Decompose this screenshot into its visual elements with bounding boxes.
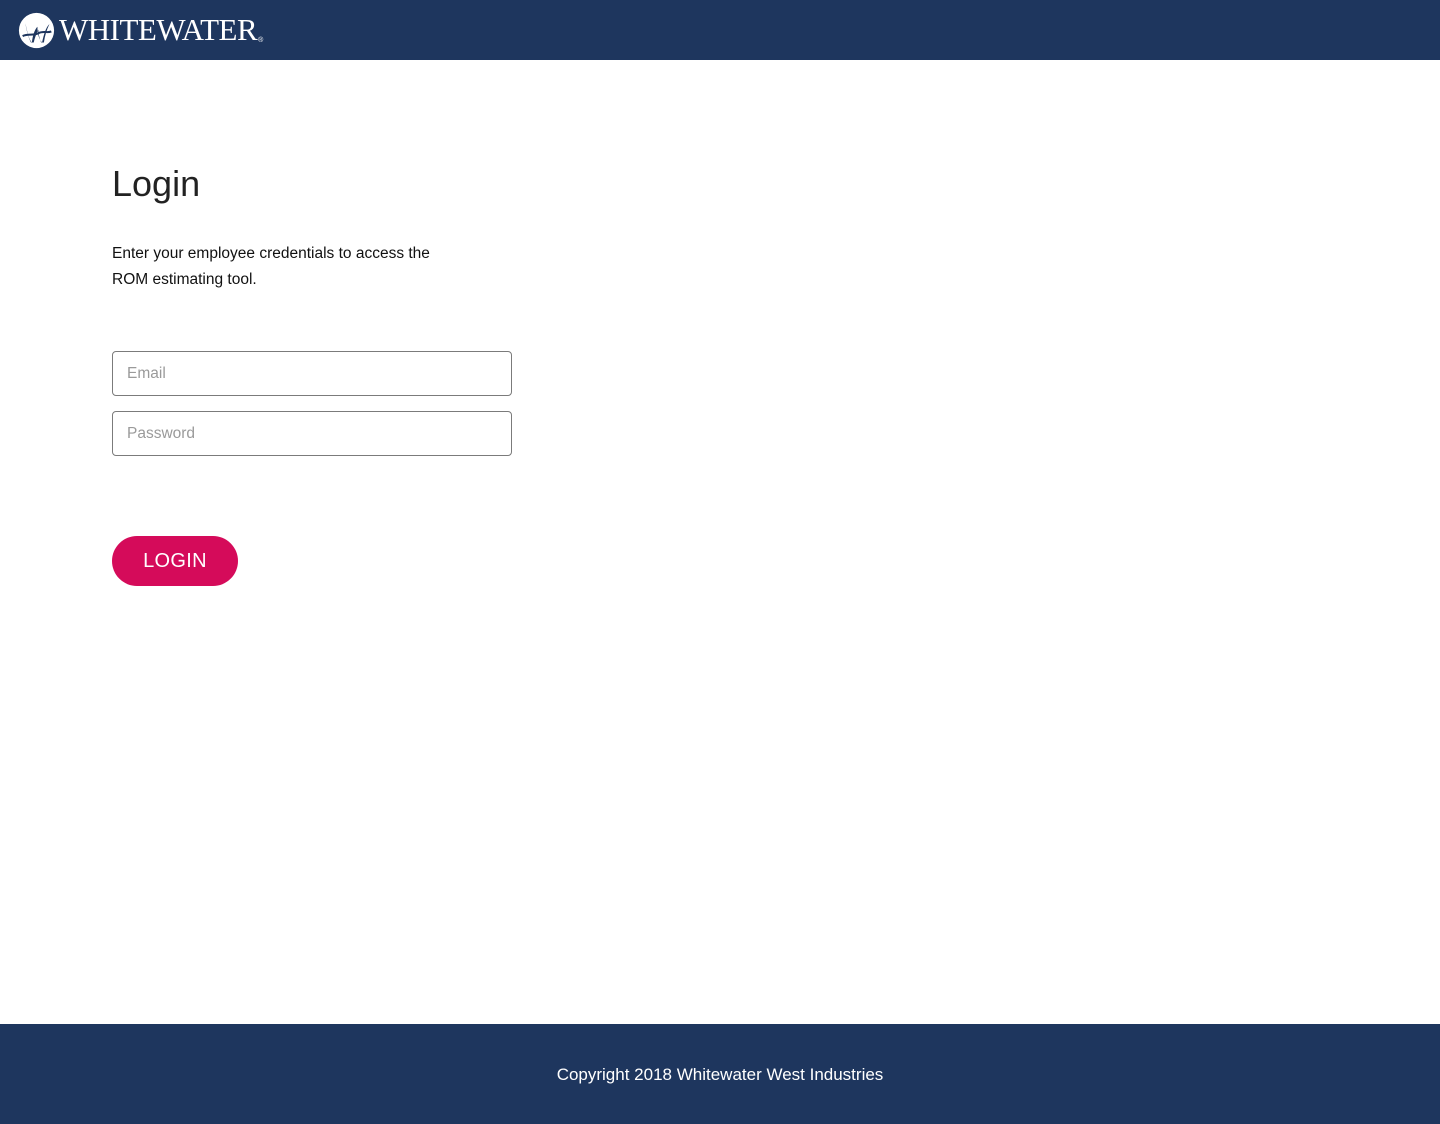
site-footer: Copyright 2018 Whitewater West Industrie… — [0, 1024, 1440, 1124]
registered-mark: ® — [258, 36, 264, 44]
password-field[interactable] — [112, 411, 512, 456]
site-header: WHITEWATER ® — [0, 0, 1440, 60]
page-title: Login — [112, 163, 201, 204]
email-field[interactable] — [112, 351, 512, 396]
login-button[interactable]: LOGIN — [112, 536, 238, 586]
logo-wordmark: WHITEWATER — [59, 12, 258, 47]
copyright-text: Copyright 2018 Whitewater West Industrie… — [556, 1065, 884, 1084]
whitewater-logo[interactable]: WHITEWATER ® — [18, 11, 263, 49]
login-intro-text: Enter your employee credentials to acces… — [112, 245, 430, 288]
whitewater-logo-icon — [18, 12, 55, 48]
